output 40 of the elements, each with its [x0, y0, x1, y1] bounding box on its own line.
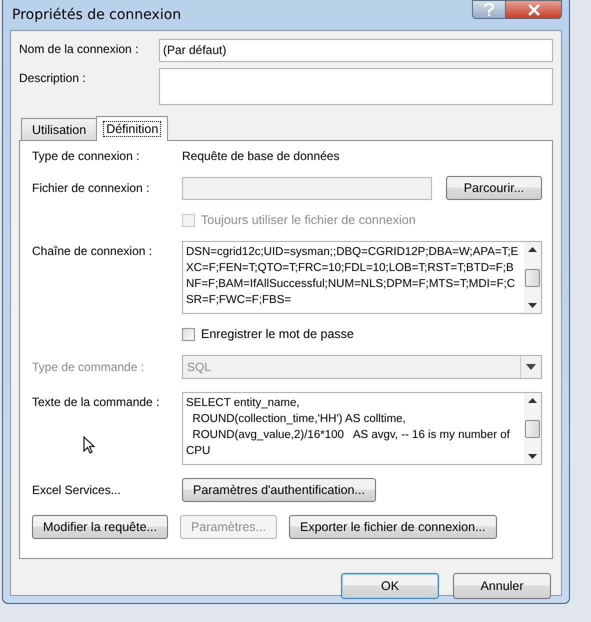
dialog-button[interactable]: Annuler [453, 573, 551, 599]
scrollbar[interactable] [524, 242, 541, 313]
field-label: Texte de la commande : [32, 394, 160, 409]
checkbox-label: Enregistrer le mot de passe [201, 327, 354, 341]
checkbox-label: Toujours utiliser le fichier de connexion [201, 213, 416, 227]
field-label: Chaîne de connexion : [32, 243, 154, 258]
command-text-field[interactable]: SELECT entity_name, ROUND(collection_time,'HH') AS colltime, ROUND(avg_value,2)/16*100 AS avgv, -- 16 is my number of CPU [182, 392, 542, 465]
field-label: Type de commande : [32, 360, 146, 374]
question-mark-icon [483, 2, 495, 16]
connection-string-field[interactable]: DSN=cgrid12c;UID=sysman;;DBQ=CGRID12P;DBA=W;APA=T;EXC=F;FEN=T;QTO=T;FRC=10;FDL=10;LOB=T;RST=T;BTD=F;BNF=F;BAM=IfAllSuccessful;NUM=NLS;DPM=F;MTS=T;MDI=F;CSR=F;FWC=F;FBS= [182, 241, 542, 314]
authentication-settings-button[interactable]: Paramètres d'authentification... [182, 478, 376, 502]
close-button[interactable] [506, 0, 562, 19]
field-label: Type de connexion : [32, 149, 140, 163]
action-button[interactable]: Modifier la requête... [32, 515, 168, 539]
field-label: Excel Services... [32, 483, 122, 497]
scroll-down-icon [528, 454, 537, 459]
tab[interactable]: Définition [96, 116, 168, 141]
connection-type-value: Requête de base de données [182, 149, 340, 163]
description-field[interactable] [159, 68, 553, 105]
scrollbar[interactable] [524, 393, 541, 464]
checkbox[interactable] [182, 328, 195, 340]
action-button[interactable]: Exporter le fichier de connexion... [288, 515, 497, 539]
scroll-up-icon [528, 398, 537, 403]
field-label: Nom de la connexion : [19, 41, 140, 58]
mouse-cursor-icon [83, 436, 95, 454]
scroll-thumb[interactable] [525, 268, 540, 286]
scroll-thumb[interactable] [525, 420, 540, 438]
field-label: Fichier de connexion : [32, 181, 150, 195]
scroll-up-icon [528, 247, 537, 252]
tab[interactable]: Utilisation [21, 118, 98, 140]
help-button[interactable] [472, 0, 506, 19]
close-icon [526, 4, 540, 16]
window-title: Propriétés de connexion [11, 7, 182, 23]
dialog-button[interactable]: OK [341, 573, 439, 599]
browse-button[interactable]: Parcourir... [446, 176, 542, 200]
scroll-down-icon [528, 303, 537, 308]
connection-name-field[interactable]: (Par défaut) [159, 39, 553, 62]
field-label: Description : [19, 70, 87, 87]
connection-file-field[interactable] [182, 176, 432, 200]
dropdown-arrow-icon [526, 364, 536, 370]
